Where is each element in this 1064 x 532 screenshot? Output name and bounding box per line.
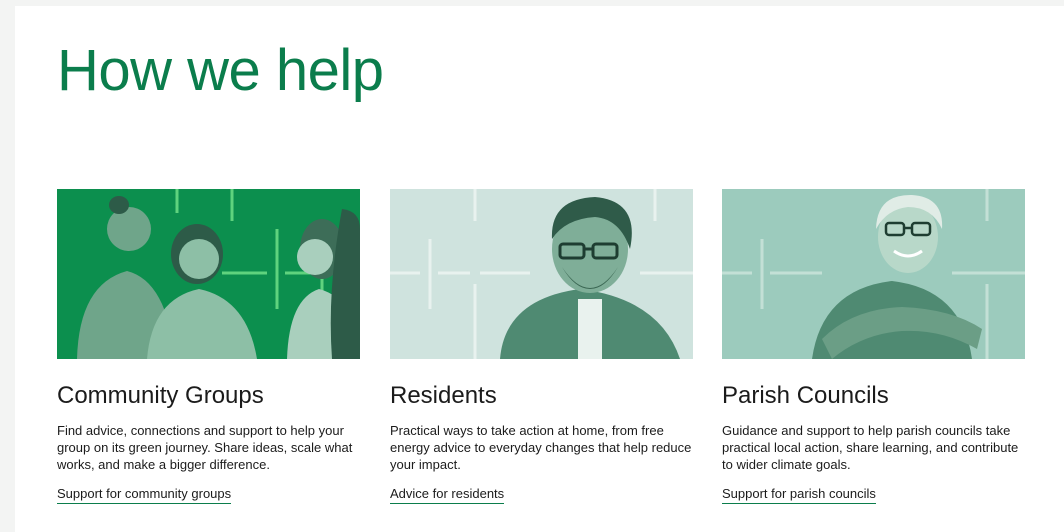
card-description: Practical ways to take action at home, f… bbox=[390, 423, 692, 473]
card-residents: Residents Practical ways to take action … bbox=[390, 189, 693, 505]
card-parish-councils: Parish Councils Guidance and support to … bbox=[722, 189, 1025, 505]
page-content: How we help Community Groups Find advice… bbox=[15, 6, 1064, 532]
residents-image bbox=[390, 189, 693, 359]
card-title: Community Groups bbox=[57, 382, 264, 409]
card-title: Residents bbox=[390, 382, 497, 409]
parish-councils-link[interactable]: Support for parish councils bbox=[722, 486, 876, 505]
card-title: Parish Councils bbox=[722, 382, 889, 409]
community-groups-image bbox=[57, 189, 360, 359]
parish-councils-image bbox=[722, 189, 1025, 359]
card-description: Guidance and support to help parish coun… bbox=[722, 423, 1019, 473]
page-title: How we help bbox=[57, 38, 384, 103]
residents-link[interactable]: Advice for residents bbox=[390, 486, 505, 505]
card-community-groups: Community Groups Find advice, connection… bbox=[57, 189, 360, 505]
card-description: Find advice, connections and support to … bbox=[57, 423, 353, 473]
community-groups-link[interactable]: Support for community groups bbox=[57, 486, 232, 505]
